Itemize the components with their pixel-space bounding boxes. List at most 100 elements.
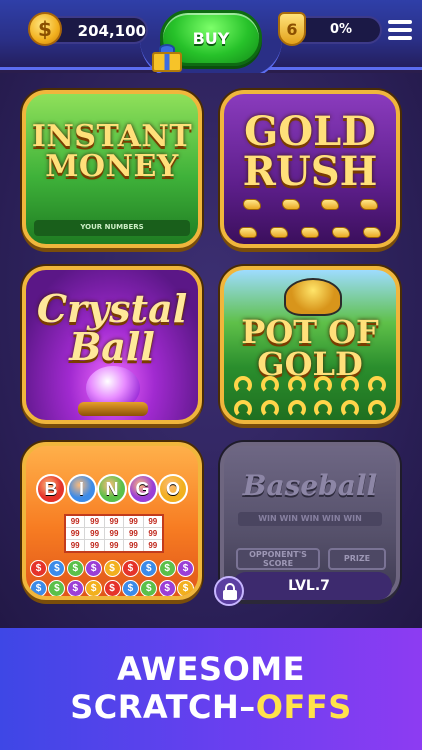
dollar-ball-icon: $ — [30, 580, 47, 596]
dollar-ball-row: $ $ $ $ $ $ $ $ $ — [30, 560, 194, 578]
bingo-ball: B — [36, 474, 66, 504]
horseshoe-icon — [367, 400, 386, 418]
hamburger-menu-icon[interactable] — [388, 20, 412, 40]
gold-nugget-icon — [238, 226, 257, 238]
win-strip-label: WIN WIN WIN WIN WIN — [258, 514, 362, 523]
horseshoe-icon — [260, 376, 279, 394]
banner-headline-line2: SCRATCH–OFFS — [0, 688, 422, 726]
unlock-level-label: LVL.7 — [288, 578, 330, 594]
horseshoe-icon — [287, 376, 306, 394]
game-card-bingo[interactable]: BINGO 99 99 99 99 99 99 99 99 99 99 99 99 99 99 99 $ $ $… — [22, 442, 202, 600]
bingo-cell: 99 — [104, 540, 124, 551]
dollar-ball-row: $ $ $ $ $ $ $ $ $ — [30, 580, 194, 596]
prize-box: PRIZE — [328, 548, 386, 570]
horseshoe-icon — [367, 376, 386, 394]
coin-icon: $ — [28, 12, 62, 46]
bingo-ball: N — [97, 474, 127, 504]
horseshoe-row — [230, 398, 390, 420]
horseshoe-icon — [234, 376, 253, 394]
dollar-ball-icon: $ — [121, 580, 139, 596]
win-strip: WIN WIN WIN WIN WIN — [238, 512, 382, 526]
gold-nuggets-row — [232, 194, 388, 214]
bingo-cell: 99 — [66, 516, 85, 527]
gold-nugget-icon — [269, 226, 288, 238]
horseshoe-icon — [340, 376, 359, 394]
bingo-cell: 99 — [124, 540, 143, 551]
game-card-instant-money[interactable]: INSTANT MONEY YOUR NUMBERS — [22, 90, 202, 248]
gold-nugget-icon — [363, 226, 382, 238]
game-card-pot-of-gold[interactable]: POT OF GOLD — [220, 266, 400, 424]
horseshoe-icon — [260, 400, 279, 418]
bingo-cell: 99 — [104, 516, 124, 527]
bingo-cell: 99 — [124, 528, 143, 539]
numbers-strip: YOUR NUMBERS — [34, 220, 190, 236]
dollar-ball-icon: $ — [85, 560, 103, 577]
dollar-ball-icon: $ — [140, 560, 158, 577]
lock-body — [223, 590, 237, 600]
horseshoe-icon — [287, 400, 306, 418]
bingo-cell: 99 — [85, 516, 104, 527]
banner-headline-prefix: SCRATCH– — [70, 688, 256, 726]
gold-nugget-icon — [281, 198, 300, 210]
bingo-cell: 99 — [104, 528, 124, 539]
bingo-number-grid: 99 99 99 99 99 99 99 99 99 99 99 99 99 99 99 — [64, 514, 164, 553]
dollar-ball-icon: $ — [158, 560, 176, 577]
bingo-ball: G — [127, 474, 158, 504]
bingo-ball: O — [158, 474, 188, 504]
menu-line — [388, 20, 412, 24]
horseshoe-icon — [314, 400, 333, 418]
gold-nugget-icon — [300, 226, 319, 238]
dollar-ball-icon: $ — [140, 580, 158, 596]
pot-of-gold-icon — [284, 278, 342, 316]
numbers-strip-label: YOUR NUMBERS — [80, 223, 144, 231]
dollar-ball-icon: $ — [66, 580, 84, 596]
bingo-cell: 99 — [143, 540, 162, 551]
dollar-ball-icon: $ — [158, 580, 176, 596]
dollar-ball-icon: $ — [30, 560, 47, 577]
banner-headline-line1: AWESOME — [117, 650, 305, 688]
horseshoe-row — [230, 374, 390, 396]
bingo-cell: 99 — [124, 516, 143, 527]
dollar-ball-icon: $ — [66, 560, 84, 577]
dollar-ball-icon: $ — [48, 560, 66, 577]
bingo-cell: 99 — [85, 528, 104, 539]
game-title: Crystal Ball — [36, 286, 188, 369]
dollar-ball-icon: $ — [103, 560, 121, 577]
crystal-ball-stand — [78, 402, 148, 416]
opponent-score-box: OPPONENT'S SCORE — [236, 548, 320, 570]
dollar-ball-icon: $ — [121, 560, 139, 577]
dollar-ball-icon: $ — [177, 580, 194, 596]
bingo-cell: 99 — [66, 528, 85, 539]
horseshoe-icon — [234, 400, 253, 418]
level-shield-icon: 6 — [278, 12, 306, 46]
banner-headline-accent: OFFS — [255, 688, 352, 726]
bingo-cell: 99 — [143, 516, 162, 527]
game-title: INSTANT MONEY — [31, 119, 193, 184]
game-card-gold-rush[interactable]: GOLD RUSH — [220, 90, 400, 248]
gift-box — [152, 52, 182, 72]
bingo-cell: 99 — [85, 540, 104, 551]
gift-icon[interactable] — [152, 44, 182, 72]
level-progress-label: 0% — [329, 22, 353, 37]
dollar-ball-icon: $ — [85, 580, 103, 596]
game-title: POT OF GOLD — [241, 313, 379, 383]
gold-nugget-icon — [320, 198, 339, 210]
menu-line — [388, 36, 412, 40]
menu-line — [388, 28, 412, 32]
dollar-ball-icon: $ — [177, 560, 194, 577]
bingo-ball: I — [66, 474, 97, 504]
bingo-cell: 99 — [143, 528, 162, 539]
horseshoe-icon — [340, 400, 359, 418]
coin-balance: 204,100 — [77, 22, 146, 40]
gold-nugget-icon — [242, 198, 261, 210]
bingo-balls: BINGO — [36, 474, 188, 510]
horseshoe-icon — [314, 376, 333, 394]
gold-nugget-icon — [332, 226, 351, 238]
gold-nugget-icon — [359, 198, 378, 210]
gold-nuggets-row — [232, 222, 388, 242]
dollar-ball-icon: $ — [48, 580, 66, 596]
game-card-crystal-ball[interactable]: Crystal Ball — [22, 266, 202, 424]
game-title: Baseball — [242, 469, 378, 502]
bingo-cell: 99 — [66, 540, 85, 551]
game-title: GOLD RUSH — [242, 108, 378, 195]
